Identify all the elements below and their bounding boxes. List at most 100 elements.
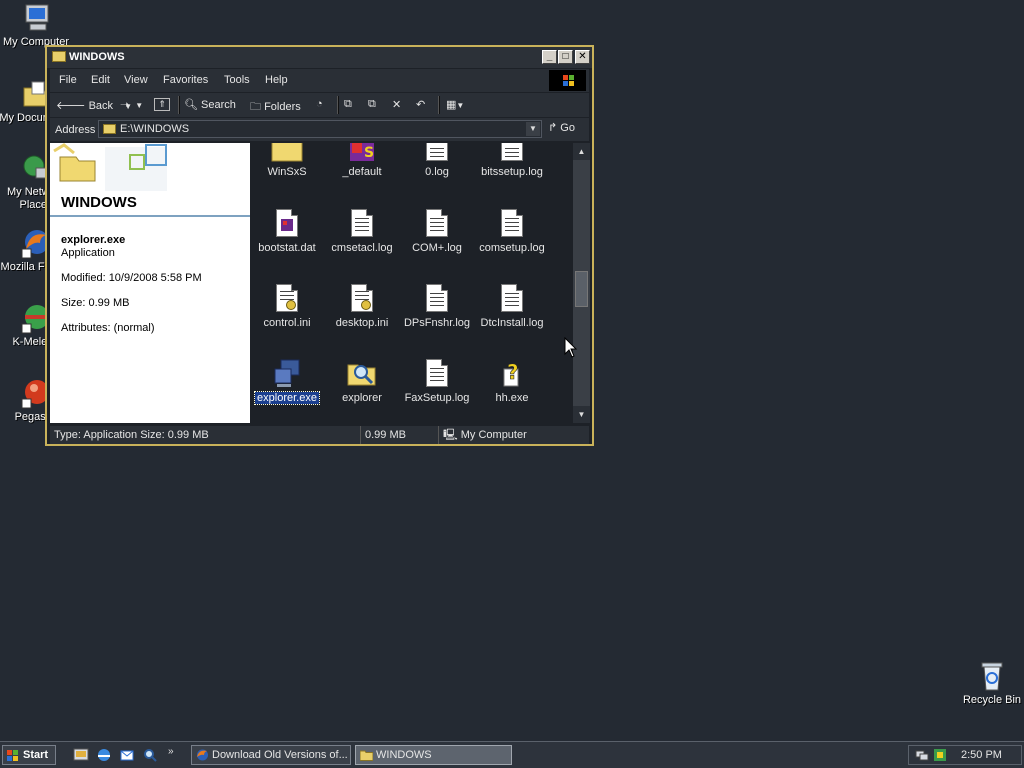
text-file-icon (421, 143, 453, 163)
file-item[interactable]: S _default (322, 143, 402, 178)
close-button[interactable]: ✕ (575, 50, 590, 64)
minimize-button[interactable]: _ (542, 50, 557, 64)
file-item[interactable]: comsetup.log (472, 207, 552, 254)
text-file-icon (421, 357, 453, 389)
delete-button[interactable]: ✕ (392, 98, 401, 111)
go-button[interactable]: ↱ Go (548, 121, 575, 134)
svg-text:?: ? (507, 360, 519, 384)
window-title: WINDOWS (69, 51, 125, 63)
file-label: explorer (342, 392, 382, 404)
explorer-window[interactable]: WINDOWS _ □ ✕ File Edit View Favorites T… (45, 45, 594, 446)
copy-to-icon: ⧉ (368, 98, 376, 110)
window-titlebar[interactable]: WINDOWS _ □ ✕ (47, 47, 592, 68)
address-input[interactable]: E:\WINDOWS ▼ (98, 120, 542, 138)
toolbar-separator (337, 96, 339, 114)
file-label: 0.log (425, 166, 449, 178)
text-file-icon (496, 143, 528, 163)
search-icon[interactable] (142, 747, 158, 763)
start-button[interactable]: Start (2, 745, 56, 765)
file-item[interactable]: DPsFnshr.log (397, 282, 477, 329)
file-label: control.ini (263, 317, 311, 329)
file-label: explorer.exe (254, 391, 320, 405)
maximize-button[interactable]: □ (558, 50, 573, 64)
folders-icon: 🗀 (250, 101, 261, 113)
delete-icon: ✕ (392, 99, 402, 111)
menu-edit[interactable]: Edit (91, 74, 110, 86)
menu-help[interactable]: Help (265, 74, 288, 86)
file-item[interactable]: DtcInstall.log (472, 282, 552, 329)
file-label: bootstat.dat (258, 242, 316, 254)
file-item[interactable]: WinSxS (250, 143, 327, 178)
windows-logo-icon (549, 70, 586, 91)
file-item[interactable]: COM+.log (397, 207, 477, 254)
views-icon: ▦ (446, 99, 457, 111)
taskbar-task-firefox[interactable]: Download Old Versions of... (191, 745, 351, 765)
folder-icon (103, 124, 116, 134)
history-icon: ◔ (316, 98, 323, 110)
help-exe-icon: ? (496, 357, 528, 389)
network-tray-icon[interactable] (915, 748, 929, 762)
menu-favorites[interactable]: Favorites (163, 74, 208, 86)
address-dropdown-button[interactable]: ▼ (526, 122, 540, 136)
file-item[interactable]: bitssetup.log (472, 143, 552, 178)
forward-button[interactable]: ➝ ▼ (120, 98, 143, 111)
my-computer-icon (20, 2, 52, 34)
move-to-button[interactable]: ⧉ (344, 98, 352, 111)
desktop-icon-my-computer[interactable]: My Computer (0, 2, 74, 49)
divider (50, 215, 250, 217)
system-tray: 2:50 PM (908, 745, 1022, 765)
show-desktop-icon[interactable] (73, 747, 89, 763)
views-button[interactable]: ▦▼ (446, 98, 464, 111)
outlook-express-icon[interactable] (119, 747, 135, 763)
ini-file-icon (346, 282, 378, 314)
explorer-exe-icon (271, 357, 303, 389)
file-label: desktop.ini (335, 317, 389, 329)
file-item[interactable]: bootstat.dat (250, 207, 327, 254)
file-item[interactable]: desktop.ini (322, 282, 402, 329)
menu-file[interactable]: File (59, 74, 77, 86)
clock[interactable]: 2:50 PM (961, 749, 1002, 761)
menu-view[interactable]: View (124, 74, 148, 86)
file-list[interactable]: WinSxS S _default 0.log bitssetup.log bo… (250, 143, 573, 423)
details-pane: WINDOWS explorer.exe Application Modifie… (50, 143, 250, 423)
scroll-down-button[interactable]: ▼ (573, 406, 590, 423)
history-button[interactable]: ◔ (316, 98, 323, 110)
text-file-icon (421, 282, 453, 314)
folders-button[interactable]: 🗀 Folders (250, 98, 301, 117)
desktop-icon-recycle-bin[interactable]: Recycle Bin (954, 660, 1024, 707)
file-item[interactable]: FaxSetup.log (397, 357, 477, 404)
task-label: Download Old Versions of... (212, 749, 348, 761)
file-item[interactable]: 0.log (397, 143, 477, 178)
quick-launch-more-icon[interactable]: » (168, 746, 174, 757)
vertical-scrollbar[interactable]: ▲ ▼ (573, 143, 590, 423)
firefox-icon (197, 749, 208, 761)
security-tray-icon[interactable] (933, 748, 947, 762)
file-label: FaxSetup.log (404, 392, 470, 404)
taskbar-task-windows-folder[interactable]: WINDOWS (355, 745, 512, 765)
folders-label: Folders (264, 101, 301, 113)
folder-title: WINDOWS (61, 194, 137, 211)
status-size: 0.99 MB (360, 426, 436, 444)
up-folder-icon: ⇑ (154, 98, 170, 111)
copy-to-button[interactable]: ⧉ (368, 98, 376, 111)
my-computer-icon: 🖳︎ (443, 429, 458, 441)
internet-explorer-icon[interactable] (96, 747, 112, 763)
file-item[interactable]: explorer (322, 357, 402, 404)
menu-tools[interactable]: Tools (224, 74, 250, 86)
forward-arrow-icon: ➝ (120, 99, 130, 111)
file-item-selected[interactable]: explorer.exe (250, 357, 327, 405)
file-label: comsetup.log (479, 242, 545, 254)
scroll-thumb[interactable] (575, 271, 588, 307)
go-label: Go (560, 122, 575, 134)
file-item[interactable]: cmsetacl.log (322, 207, 402, 254)
desktop-icon-label: Recycle Bin (962, 694, 1022, 706)
status-description: Type: Application Size: 0.99 MB (54, 429, 209, 441)
go-arrow-icon: ↱ (548, 122, 558, 134)
address-label: Address (55, 124, 96, 136)
file-item[interactable]: control.ini (250, 282, 327, 329)
search-button[interactable]: 🔍︎ Search (184, 98, 236, 111)
scroll-up-button[interactable]: ▲ (573, 143, 590, 160)
file-item[interactable]: ? hh.exe (472, 357, 552, 404)
undo-button[interactable]: ↶ (416, 98, 425, 111)
up-folder-button[interactable]: ⇑ (154, 98, 170, 111)
